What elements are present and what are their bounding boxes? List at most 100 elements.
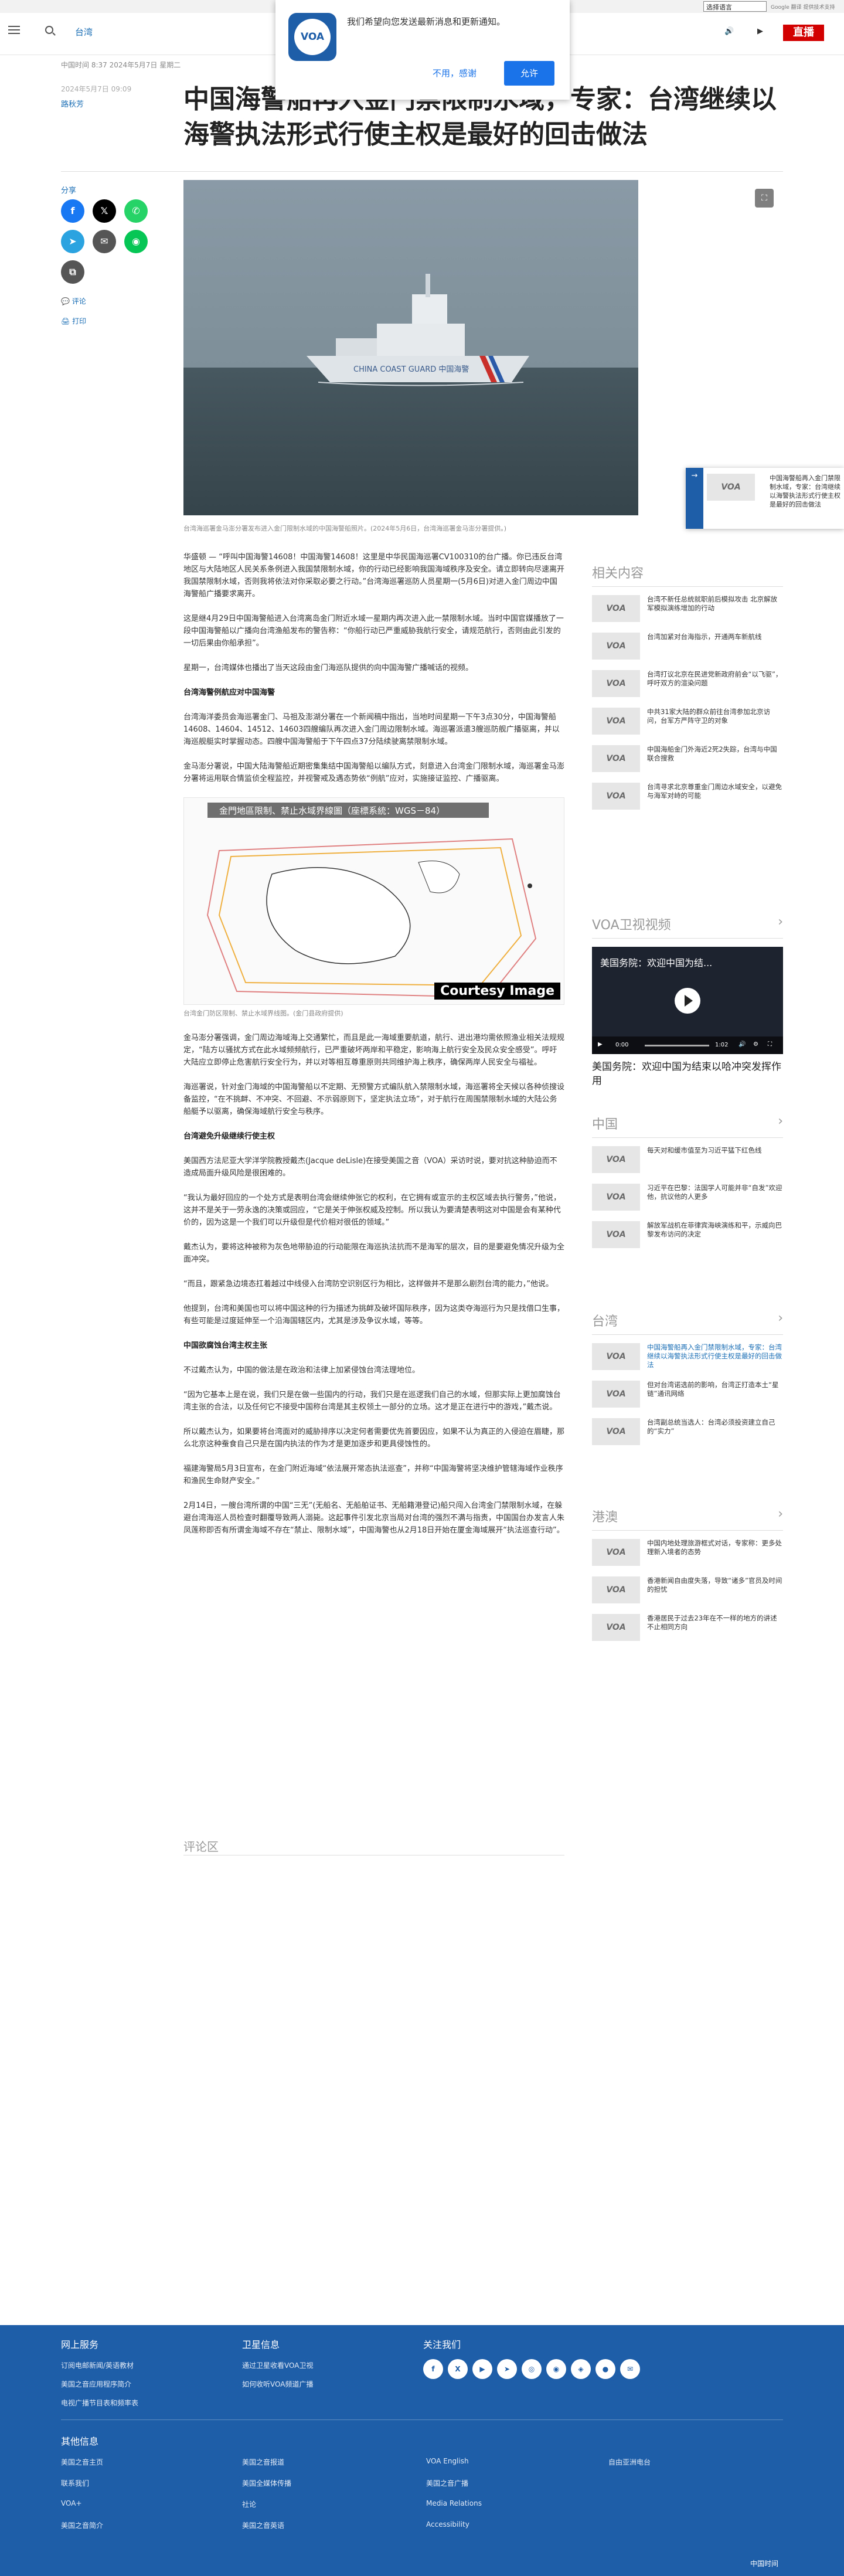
video-player[interactable]: 美国务院：欢迎中国为结... ▶ 0:00 1:02 🔊 ⚙ ⛶ [592,947,783,1054]
footer-link[interactable]: 美国之音主页 [61,2457,103,2467]
x-icon[interactable]: X [448,2359,468,2379]
article-author[interactable]: 路秋芳 [61,98,84,109]
list-item[interactable]: VOA 台湾加紧对台海指示，开通两车新航线 [592,633,783,660]
section-link-taiwan[interactable]: 台湾 [75,26,93,38]
list-item[interactable]: VOA 中国内地处理旅游框式对话，专家称：更多处理新入境者的态势 [592,1539,783,1566]
whatsapp-share-icon[interactable]: ✆ [124,199,148,223]
voa-thumbnail: VOA [592,708,640,735]
list-item[interactable]: VOA 中国海船金门外海近2死2失踪，台湾与中国联合搜救 [592,745,783,772]
list-item[interactable]: VOA 台湾副总统当选人：台湾必须投资建立自己的“实力” [592,1418,783,1445]
list-item-text: 但对台湾诺选前的影响，台湾正打造本土“星链”通讯网络 [647,1381,779,1398]
footer-link[interactable]: 美国之音英语 [242,2520,284,2530]
footer-col1-title: 网上服务 [61,2339,99,2350]
paragraph: 福建海警局5月3日宣布，在金门附近海域“依法展开常态执法巡查”，并称“中国海警将… [183,1464,563,1486]
video-duration: 1:02 [715,1042,729,1048]
app-icon[interactable]: ● [595,2359,615,2379]
list-item[interactable]: VOA 台湾寻求北京尊重金门周边水域安全，以避免与海军对峙的可能 [592,783,783,810]
footer-link[interactable]: VOA+ [61,2499,82,2507]
menu-icon[interactable] [8,26,20,34]
list-item-text: 中共31家大陆的群众前往台湾参加北京访问，台军方严阵守卫的对象 [647,708,771,725]
volume-icon[interactable]: 🔊 [738,1041,746,1048]
line-share-icon[interactable]: ◉ [124,230,148,253]
list-item[interactable]: VOA 台湾不新任总统就职前后模拟攻击 北京解放军模拟演练增加的行动 [592,595,783,622]
footer-link[interactable]: Accessibility [426,2520,469,2529]
youtube-icon[interactable]: ▶ [472,2359,492,2379]
video-controls: ▶ 0:00 1:02 🔊 ⚙ ⛶ [592,1036,783,1054]
list-item-text: 中国内地处理旅游框式对话，专家称：更多处理新入境者的态势 [647,1539,782,1556]
rss-icon[interactable]: ◈ [571,2359,591,2379]
china-section-title[interactable]: 中国 › [592,1114,783,1138]
list-item[interactable]: VOA 中共31家大陆的群众前往台湾参加北京访问，台军方严阵守卫的对象 [592,708,783,735]
footer-link[interactable]: 美国之音简介 [61,2520,103,2530]
list-item[interactable]: VOA 每天对和缓市值至为习近平猛下红色线 [592,1146,783,1173]
paragraph: “我认为最好回应的一个处方式是表明台湾会继续伸张它的权利，在它拥有或宣示的主权区… [183,1194,561,1227]
language-select[interactable]: 选择语言 [703,1,767,12]
footer-link[interactable]: 美国之音报道 [242,2457,284,2467]
footer-link[interactable]: 美国之音广播 [426,2478,468,2488]
podcast-icon[interactable]: ◉ [546,2359,566,2379]
ship-hull-text: CHINA COAST GUARD 中国海警 [353,365,469,374]
deny-button[interactable]: 不用，感谢 [433,67,477,79]
facebook-share-icon[interactable]: f [61,199,84,223]
list-item-text: 台湾不新任总统就职前后模拟攻击 北京解放军模拟演练增加的行动 [647,595,778,612]
list-item[interactable]: VOA 香港新闻自由度失落，导致“诸多”官员及时间的担忧 [592,1576,783,1603]
footer-link[interactable]: 美国全媒体传播 [242,2478,291,2488]
list-item[interactable]: VOA 习近平在巴黎：法国学人可能并非“自发”欢迎他，抗议他的人更多 [592,1184,783,1211]
live-button[interactable]: 直播 [783,25,824,41]
email-icon[interactable]: ✉ [620,2359,640,2379]
allow-button[interactable]: 允许 [504,61,554,86]
list-item[interactable]: VOA 香港居民于过去23年在不一样的地方的讲述不止相同方向 [592,1614,783,1641]
notification-text: 我们希望向您发送最新消息和更新通知。 [347,16,506,27]
list-item[interactable]: VOA 解放军战机在菲律宾海峡演练和平，示威向巴黎发布访问的决定 [592,1221,783,1248]
list-item[interactable]: VOA 但对台湾诺选前的影响，台湾正打造本土“星链”通讯网络 [592,1381,783,1408]
footer-link[interactable]: Media Relations [426,2499,482,2507]
footer-link[interactable]: 订阅电邮新闻/英语教材 [61,2360,134,2370]
audio-icon[interactable]: 🔊 [724,27,734,36]
list-item-text: 中国海船金门外海近2死2失踪，台湾与中国联合搜救 [647,745,777,762]
video-progress[interactable] [645,1045,709,1046]
video-section-title[interactable]: VOA卫视视频 › [592,915,783,939]
print-link[interactable]: 🖨 打印 [61,316,86,326]
paragraph: 海巡署说，针对金门海域的中国海警船以不定期、无预警方式编队航入禁限制水域，海巡署… [183,1083,565,1116]
x-share-icon[interactable]: 𝕏 [93,199,116,223]
video-section: VOA卫视视频 › 美国务院：欢迎中国为结... ▶ 0:00 1:02 🔊 ⚙ … [592,915,783,1088]
footer-link[interactable]: 社论 [242,2499,256,2509]
search-icon[interactable] [45,26,53,34]
hk-section-title[interactable]: 港澳 › [592,1507,783,1531]
play-small-icon[interactable]: ▶ [598,1041,603,1048]
settings-icon[interactable]: ⚙ [753,1041,758,1048]
footer-link[interactable]: 美国之音应用程序简介 [61,2379,131,2389]
voa-thumbnail: VOA [592,1576,640,1603]
photo-caption: 台湾海巡署金马澎分署发布进入金门限制水域的中国海警船照片。(2024年5月6日，… [183,525,507,532]
floating-article-card[interactable]: → VOA 中国海警船再入金门禁限制水域，专家：台湾继续以海警执法形式行使主权是… [686,468,844,529]
list-item[interactable]: VOA 中国海警船再入金门禁限制水域，专家：台湾继续以海警执法形式行使主权是最好的… [592,1343,783,1370]
fullscreen-video-icon[interactable]: ⛶ [768,1041,772,1048]
facebook-icon[interactable]: f [423,2359,443,2379]
article-date: 2024年5月7日 09:09 [61,85,132,93]
footer-link[interactable]: 通过卫星收看VOA卫视 [242,2360,313,2370]
floating-card-text: 中国海警船再入金门禁限制水域，专家：台湾继续以海警执法形式行使主权是最好的回击做… [770,474,840,508]
taiwan-section-title[interactable]: 台湾 › [592,1311,783,1335]
list-item[interactable]: VOA 台湾打议北京在民进党新政府前会“以飞驱”，呼吁双方的渲染问题 [592,670,783,697]
comment-icon: 💬 [61,297,72,305]
telegram-icon[interactable]: ➤ [497,2359,517,2379]
telegram-share-icon[interactable]: ➤ [61,230,84,253]
copy-link-icon[interactable]: ⧉ [61,260,84,284]
footer-link[interactable]: VOA English [426,2457,469,2465]
footer-link[interactable]: 联系我们 [61,2478,89,2488]
email-share-icon[interactable]: ✉ [93,230,116,253]
comments-link[interactable]: 💬 评论 [61,296,86,306]
footer-link[interactable]: 如何收听VOA频道广播 [242,2379,313,2389]
footer-link[interactable]: 电视广播节目表和频率表 [61,2398,138,2408]
site-footer: 网上服务 订阅电邮新闻/英语教材 美国之音应用程序简介 电视广播节目表和频率表 … [0,2325,844,2576]
expand-arrow-icon[interactable]: → [686,468,703,529]
video-caption[interactable]: 美国务院：欢迎中国为结束以哈冲突发挥作用 [592,1060,783,1088]
video-icon[interactable]: ▶ [757,27,763,36]
fullscreen-icon[interactable]: ⛶ [755,189,774,208]
paragraph: 他提到，台湾和美国也可以将中国这种的行为描述为挑衅及破坏国际秩序，因为这类夺海巡… [183,1304,565,1326]
play-icon[interactable] [675,988,700,1014]
instagram-icon[interactable]: ◎ [522,2359,542,2379]
paragraph: 戴杰认为，要将这种被称为灰色地带胁迫的行动能限在海巡执法抗而不是海军的层次，目的… [183,1243,565,1264]
chevron-right-icon: › [778,1507,783,1521]
footer-link[interactable]: 自由亚洲电台 [608,2457,651,2467]
